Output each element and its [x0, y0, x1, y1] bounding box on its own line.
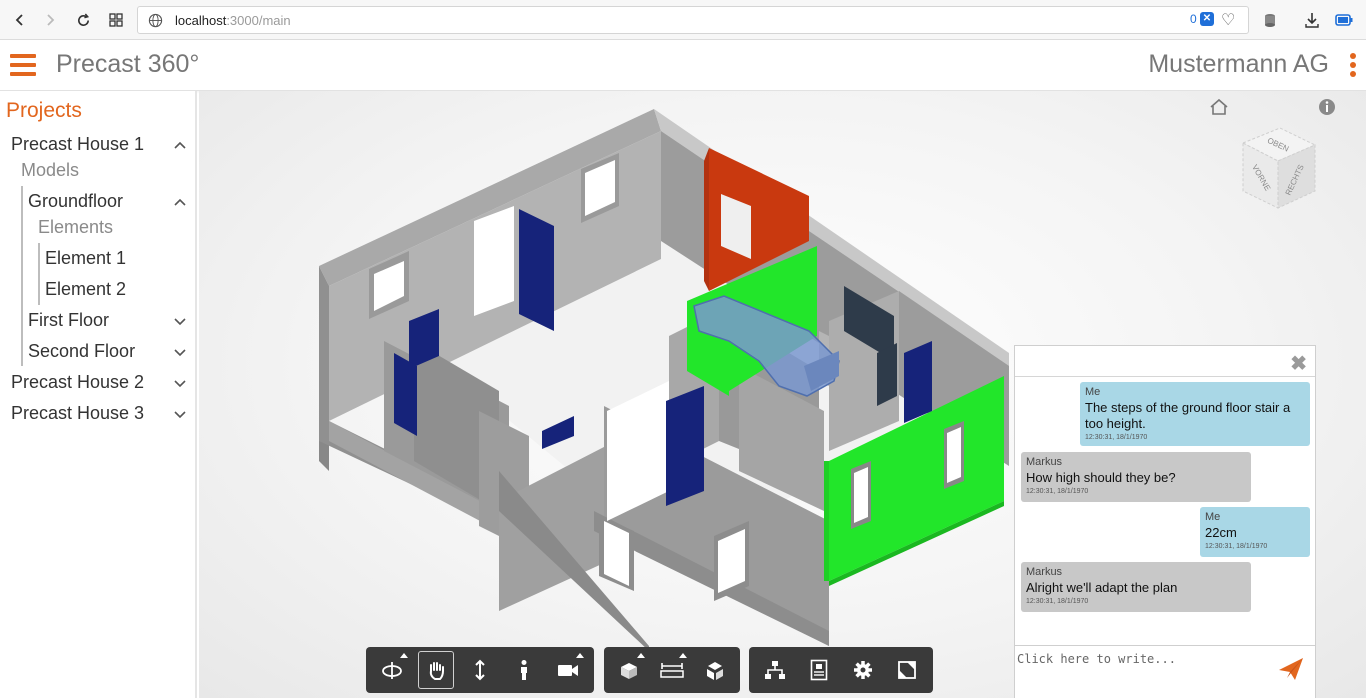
chat-header: ✖: [1015, 346, 1315, 377]
address-bar[interactable]: localhost:3000/main 0 ✕ ♡: [137, 6, 1249, 34]
tree-guide-line: [21, 186, 23, 366]
chevron-down-icon[interactable]: [172, 375, 188, 391]
forward-icon[interactable]: [38, 8, 62, 32]
chat-message: Me 22cm 12:30:31, 18/1/1970: [1200, 507, 1310, 557]
company-name: Mustermann AG: [1148, 50, 1329, 78]
chevron-up-icon[interactable]: [172, 137, 188, 153]
view-cube[interactable]: OBEN VORNE RECHTS: [1235, 123, 1325, 213]
camera-icon[interactable]: [550, 651, 586, 689]
blocked-count: 0: [1190, 12, 1197, 26]
tabs-grid-icon[interactable]: [104, 8, 128, 32]
message-text: 22cm: [1205, 525, 1237, 540]
chat-message: Markus Alright we'll adapt the plan 12:3…: [1021, 562, 1251, 612]
globe-icon: [148, 13, 163, 33]
tree-item-first-floor[interactable]: First Floor: [28, 310, 109, 331]
navigation-toolbar: [366, 647, 594, 693]
tree-item-second-floor[interactable]: Second Floor: [28, 341, 135, 362]
settings-icon[interactable]: [845, 651, 881, 689]
chat-message: Markus How high should they be? 12:30:31…: [1021, 452, 1251, 502]
chat-compose: [1015, 645, 1315, 698]
message-author: Markus: [1026, 456, 1063, 468]
tree-label-elements: Elements: [38, 217, 114, 237]
project-sidebar: Projects Precast House 1 Models Groundfl…: [0, 91, 197, 698]
chevron-down-icon[interactable]: [172, 406, 188, 422]
tree-label-models: Models: [21, 160, 80, 180]
settings-toolbar: [749, 647, 933, 693]
close-icon[interactable]: ✖: [1290, 351, 1307, 376]
heart-icon[interactable]: ♡: [1221, 10, 1235, 30]
tree-item-precast-house-1[interactable]: Precast House 1: [11, 134, 144, 155]
more-options-icon[interactable]: [1350, 53, 1356, 79]
url-text: localhost:3000/main: [175, 13, 291, 28]
chevron-down-icon[interactable]: [172, 313, 188, 329]
battery-icon[interactable]: [1332, 8, 1356, 32]
tree-item-precast-house-2[interactable]: Precast House 2: [11, 372, 144, 393]
structure-icon[interactable]: [757, 651, 793, 689]
chat-panel: ✖ Me The steps of the ground floor stair…: [1014, 345, 1316, 698]
message-author: Me: [1085, 386, 1101, 398]
message-author: Me: [1205, 511, 1221, 523]
home-view-icon[interactable]: [1208, 97, 1230, 117]
message-time: 12:30:31, 18/1/1970: [1026, 488, 1089, 495]
chat-input[interactable]: [1017, 648, 1267, 670]
tree-item-element-2[interactable]: Element 2: [45, 279, 126, 300]
shield-icon[interactable]: ✕: [1200, 12, 1214, 26]
chevron-up-icon[interactable]: [172, 194, 188, 210]
extension-icon[interactable]: [1258, 8, 1282, 32]
send-icon[interactable]: [1277, 656, 1305, 682]
message-text: How high should they be?: [1026, 470, 1176, 485]
properties-icon[interactable]: [801, 651, 837, 689]
message-time: 12:30:31, 18/1/1970: [1026, 598, 1089, 605]
message-text: The steps of the ground floor stair a to…: [1085, 400, 1291, 431]
message-time: 12:30:31, 18/1/1970: [1205, 543, 1268, 550]
measure-icon[interactable]: [655, 651, 690, 689]
chat-message: Me The steps of the ground floor stair a…: [1080, 382, 1310, 446]
app-title: Precast 360°: [56, 50, 200, 78]
menu-icon[interactable]: [10, 54, 36, 76]
app-header: Precast 360° Mustermann AG: [0, 40, 1366, 91]
tree-item-element-1[interactable]: Element 1: [45, 248, 126, 269]
orbit-icon[interactable]: [374, 651, 410, 689]
tree-item-groundfloor[interactable]: Groundfloor: [28, 191, 123, 212]
modeling-toolbar: [604, 647, 740, 693]
tree-item-precast-house-3[interactable]: Precast House 3: [11, 403, 144, 424]
info-icon[interactable]: [1317, 97, 1337, 117]
fullscreen-icon[interactable]: [889, 651, 925, 689]
chevron-down-icon[interactable]: [172, 344, 188, 360]
download-icon[interactable]: [1300, 8, 1324, 32]
pan-icon[interactable]: [417, 651, 455, 689]
browser-toolbar: localhost:3000/main 0 ✕ ♡: [0, 0, 1366, 40]
reload-icon[interactable]: [71, 8, 95, 32]
message-time: 12:30:31, 18/1/1970: [1085, 434, 1148, 441]
message-text: Alright we'll adapt the plan: [1026, 580, 1178, 595]
back-icon[interactable]: [8, 8, 32, 32]
tree-guide-line: [38, 243, 40, 305]
zoom-icon[interactable]: [462, 651, 498, 689]
message-author: Markus: [1026, 566, 1063, 578]
section-icon[interactable]: [612, 651, 647, 689]
projects-heading: Projects: [6, 99, 82, 122]
walk-icon[interactable]: [506, 651, 542, 689]
explode-icon[interactable]: [697, 651, 732, 689]
